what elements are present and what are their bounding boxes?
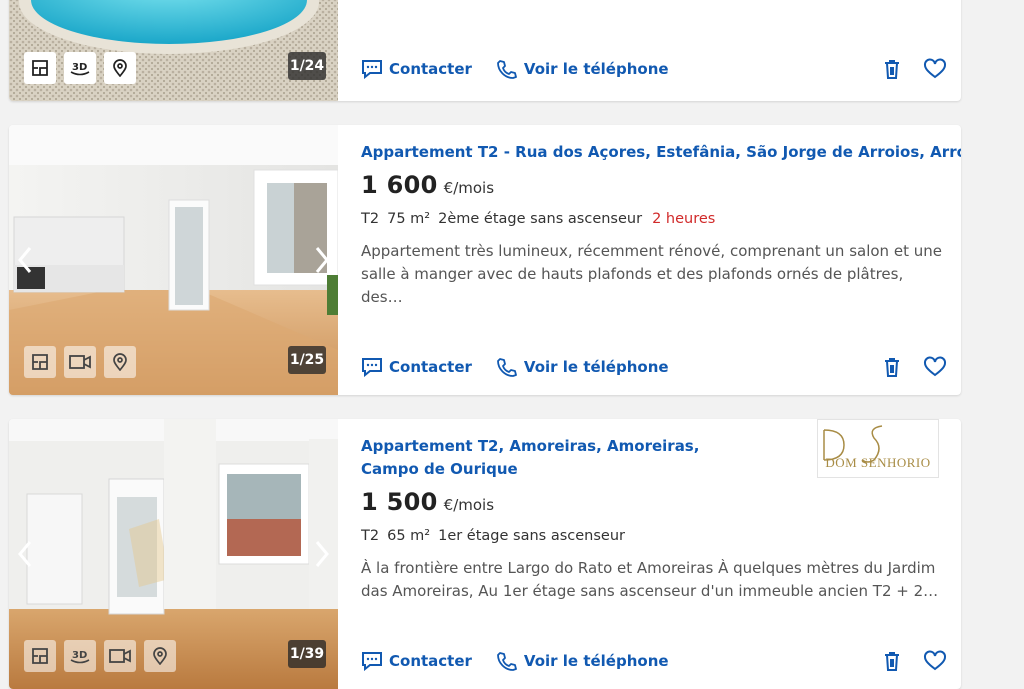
map-pin-icon[interactable]	[104, 346, 136, 378]
price-unit: €/mois	[443, 496, 495, 514]
contact-button[interactable]: Contacter	[361, 651, 472, 671]
listing-title[interactable]: Appartement T2 - Rua dos Açores, Estefân…	[361, 141, 961, 164]
time-badge: 2 heures	[652, 211, 716, 227]
map-pin-icon[interactable]	[104, 52, 136, 84]
listing-price: 1 600	[361, 171, 438, 199]
listing-photo[interactable]: 1/25	[9, 125, 338, 395]
floor: 2ème étage sans ascenseur	[438, 211, 643, 227]
trash-icon[interactable]	[881, 58, 903, 80]
listing-card[interactable]: 3D 1/24 Contacter Voir le téléphone	[9, 0, 961, 101]
listing-actions: Contacter Voir le téléphone	[361, 58, 947, 80]
price-row: 1 600 €/mois	[361, 171, 494, 199]
agency-logo[interactable]: DOM SENHORIO	[817, 419, 939, 478]
svg-text:3D: 3D	[72, 650, 87, 661]
listing-description[interactable]: À la frontière entre Largo do Rato et Am…	[361, 557, 946, 603]
trash-icon[interactable]	[881, 650, 903, 672]
area: 65 m²	[387, 528, 431, 544]
3d-tour-icon[interactable]: 3D	[64, 52, 96, 84]
trash-icon[interactable]	[881, 356, 903, 378]
photo-counter: 1/39	[288, 640, 326, 668]
video-icon[interactable]	[64, 346, 96, 378]
chevron-right-icon[interactable]	[314, 246, 330, 274]
chevron-left-icon[interactable]	[17, 540, 33, 568]
heart-icon[interactable]	[923, 650, 947, 672]
3d-tour-icon[interactable]: 3D	[64, 640, 96, 672]
phone-label: Voir le téléphone	[523, 652, 669, 670]
floor: 1er étage sans ascenseur	[438, 528, 625, 544]
chat-icon	[362, 358, 382, 377]
photo-counter: 1/25	[288, 346, 326, 374]
listing-card[interactable]: 1/25 Appartement T2 - Rua dos Açores, Es…	[9, 125, 961, 395]
phone-button[interactable]: Voir le téléphone	[496, 357, 669, 377]
price-row: 1 500 €/mois	[361, 488, 494, 516]
listing-title[interactable]: Appartement T2, Amoreiras, Amoreiras, Ca…	[361, 435, 761, 481]
floorplan-icon[interactable]	[24, 52, 56, 84]
rooms: T2	[361, 528, 380, 544]
phone-button[interactable]: Voir le téléphone	[496, 59, 669, 79]
listing-price: 1 500	[361, 488, 438, 516]
map-pin-icon[interactable]	[144, 640, 176, 672]
phone-button[interactable]: Voir le téléphone	[496, 651, 669, 671]
pool-photo	[9, 0, 338, 101]
listing-description[interactable]: Appartement très lumineux, récemment rén…	[361, 240, 946, 309]
heart-icon[interactable]	[923, 58, 947, 80]
listing-photo[interactable]: 3D 1/39	[9, 419, 338, 689]
listing-actions: Contacter Voir le téléphone	[361, 650, 947, 672]
phone-label: Voir le téléphone	[523, 60, 669, 78]
floorplan-icon[interactable]	[24, 640, 56, 672]
contact-label: Contacter	[389, 358, 472, 376]
listing-actions: Contacter Voir le téléphone	[361, 356, 947, 378]
photo-overlay-icons: 3D	[24, 640, 176, 672]
agency-logo-text: DOM SENHORIO	[825, 455, 931, 470]
rooms: T2	[361, 211, 380, 227]
svg-text:3D: 3D	[72, 62, 87, 73]
contact-button[interactable]: Contacter	[361, 357, 472, 377]
floorplan-icon[interactable]	[24, 346, 56, 378]
listing-card[interactable]: 3D 1/39 Appartement T2, Amoreiras, Amore…	[9, 419, 961, 689]
phone-label: Voir le téléphone	[523, 358, 669, 376]
listing-details: T2 65 m² 1er étage sans ascenseur	[361, 528, 625, 544]
contact-button[interactable]: Contacter	[361, 59, 472, 79]
area: 75 m²	[387, 211, 431, 227]
listing-photo[interactable]: 3D 1/24	[9, 0, 338, 101]
phone-icon	[497, 652, 517, 671]
chevron-left-icon[interactable]	[17, 246, 33, 274]
heart-icon[interactable]	[923, 356, 947, 378]
contact-label: Contacter	[389, 60, 472, 78]
phone-icon	[497, 60, 517, 79]
chevron-right-icon[interactable]	[314, 540, 330, 568]
photo-overlay-icons	[24, 346, 136, 378]
chat-icon	[362, 652, 382, 671]
photo-counter: 1/24	[288, 52, 326, 80]
photo-overlay-icons: 3D	[24, 52, 136, 84]
price-unit: €/mois	[443, 179, 495, 197]
contact-label: Contacter	[389, 652, 472, 670]
phone-icon	[497, 358, 517, 377]
listing-details: T2 75 m² 2ème étage sans ascenseur 2 heu…	[361, 211, 715, 227]
video-icon[interactable]	[104, 640, 136, 672]
chat-icon	[362, 60, 382, 79]
